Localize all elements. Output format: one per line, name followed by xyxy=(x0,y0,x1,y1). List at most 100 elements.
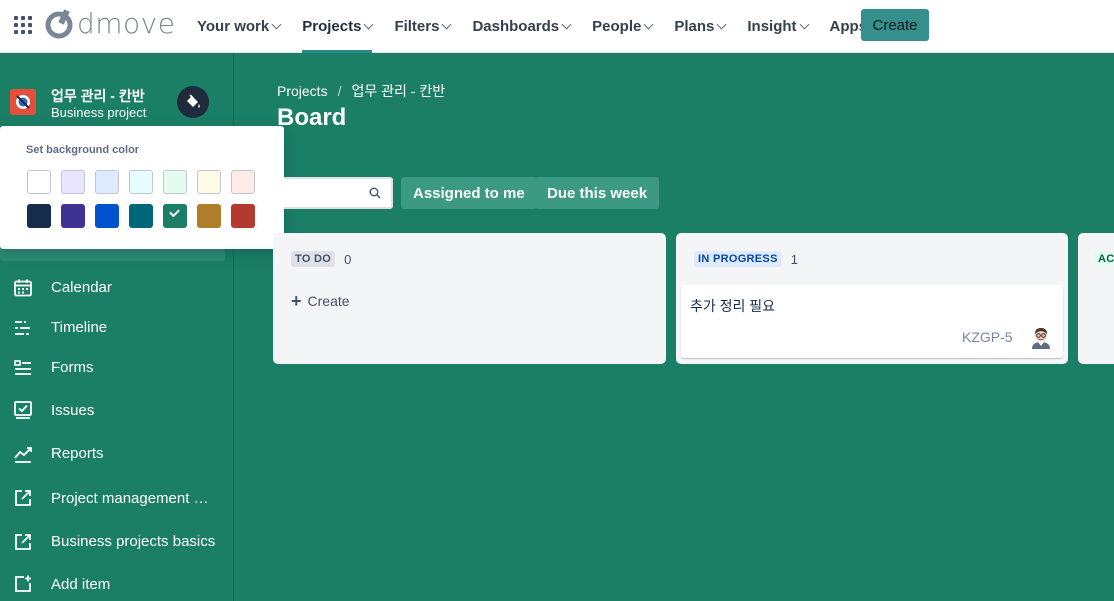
nav-dashboards[interactable]: Dashboards xyxy=(461,0,581,53)
sidebar-item-label: Business projects basics xyxy=(51,533,216,550)
logo-icon xyxy=(45,9,73,39)
background-color-popup: Set background color xyxy=(0,126,284,249)
breadcrumb: Projects / 업무 관리 - 칸반 xyxy=(277,81,445,101)
sidebar-item-label: Reports xyxy=(51,445,104,462)
project-avatar xyxy=(10,89,36,115)
check-icon xyxy=(169,206,180,218)
sidebar-item-reports[interactable]: Reports xyxy=(0,431,234,476)
board-column-todo: TO DO 0 + Create xyxy=(273,233,666,364)
chevron-down-icon xyxy=(363,19,374,30)
create-button[interactable]: Create xyxy=(861,9,929,41)
column-header: AC xyxy=(1094,251,1114,267)
sidebar-item-label: Add item xyxy=(51,575,111,593)
column-create-button[interactable]: + Create xyxy=(291,291,350,311)
sidebar-item-label: Project management wi... xyxy=(51,489,216,507)
forms-icon xyxy=(13,358,33,378)
timeline-icon xyxy=(13,318,33,338)
sidebar-item-issues[interactable]: Issues xyxy=(0,389,234,431)
color-swatch[interactable] xyxy=(27,170,51,194)
sidebar-item-timeline[interactable]: Timeline xyxy=(0,309,234,346)
color-swatch[interactable] xyxy=(163,170,187,194)
primary-nav: Your work Projects Filters Dashboards Pe… xyxy=(186,0,889,53)
board-column-partial: AC xyxy=(1078,233,1114,364)
sidebar-item-label: Calendar xyxy=(51,279,112,296)
search-icon xyxy=(369,187,381,199)
nav-filters[interactable]: Filters xyxy=(383,0,461,53)
sidebar-item-label: Forms xyxy=(51,359,94,376)
color-swatch[interactable] xyxy=(61,170,85,194)
breadcrumb-project[interactable]: 업무 관리 - 칸반 xyxy=(351,81,445,101)
sidebar-item-project-management-wiki[interactable]: Project management wi... xyxy=(0,476,234,520)
app-switcher-icon[interactable] xyxy=(14,16,32,34)
color-swatch[interactable] xyxy=(231,204,255,228)
nav-your-work[interactable]: Your work xyxy=(186,0,291,53)
nav-label: Projects xyxy=(302,18,362,35)
issue-key[interactable]: KZGP-5 xyxy=(962,329,1013,345)
assignee-avatar[interactable] xyxy=(1030,325,1052,349)
nav-label: Your work xyxy=(197,18,270,35)
color-swatch[interactable] xyxy=(95,170,119,194)
add-item-icon xyxy=(13,574,33,594)
sidebar-item-label: Issues xyxy=(51,401,95,419)
color-swatch[interactable] xyxy=(27,204,51,228)
color-swatch[interactable] xyxy=(197,204,221,228)
nav-label: Insight xyxy=(747,18,797,35)
column-name-lozenge: IN PROGRESS xyxy=(694,251,782,267)
column-count: 1 xyxy=(790,251,798,267)
project-type: Business project xyxy=(51,105,147,120)
nav-label: Dashboards xyxy=(472,18,560,35)
background-color-button[interactable] xyxy=(177,86,209,118)
nav-people[interactable]: People xyxy=(581,0,663,53)
column-name-lozenge: AC xyxy=(1094,251,1114,267)
nav-label: People xyxy=(592,18,642,35)
chevron-down-icon xyxy=(442,19,452,30)
column-count: 0 xyxy=(344,251,352,267)
nav-plans[interactable]: Plans xyxy=(663,0,736,53)
plus-icon: + xyxy=(291,291,302,311)
chevron-down-icon xyxy=(271,19,282,30)
issue-card-title: 추가 정리 필요 xyxy=(690,298,776,314)
calendar-icon xyxy=(13,278,33,298)
external-link-icon xyxy=(13,488,33,508)
sidebar-item-add-item[interactable]: Add item xyxy=(0,563,234,601)
search-input[interactable] xyxy=(284,177,393,209)
color-swatch[interactable] xyxy=(163,204,187,228)
breadcrumb-projects[interactable]: Projects xyxy=(277,83,328,99)
filter-assigned-to-me-button[interactable]: Assigned to me xyxy=(401,177,537,209)
color-swatch[interactable] xyxy=(129,170,153,194)
logo[interactable]: dmove xyxy=(44,9,175,39)
filter-due-this-week-button[interactable]: Due this week xyxy=(535,177,660,209)
nav-label: Plans xyxy=(674,18,715,35)
column-header: IN PROGRESS 1 xyxy=(694,251,798,267)
color-swatch[interactable] xyxy=(61,204,85,228)
chevron-down-icon xyxy=(561,19,572,30)
nav-insight[interactable]: Insight xyxy=(736,0,818,53)
paint-bucket-icon xyxy=(187,94,200,108)
color-swatch[interactable] xyxy=(231,170,255,194)
chevron-down-icon xyxy=(643,19,654,30)
board-column-in-progress: IN PROGRESS 1 추가 정리 필요 KZGP-5 xyxy=(676,233,1068,364)
chevron-down-icon xyxy=(716,19,727,30)
chevron-down-icon xyxy=(799,19,809,30)
reports-icon xyxy=(13,444,33,464)
popup-title: Set background color xyxy=(26,144,140,156)
sidebar-item-calendar[interactable]: Calendar xyxy=(0,266,234,309)
nav-label: Filters xyxy=(394,18,440,35)
sidebar-item-business-projects-basics[interactable]: Business projects basics xyxy=(0,520,234,563)
nav-projects[interactable]: Projects xyxy=(291,0,383,53)
color-swatch[interactable] xyxy=(95,204,119,228)
sidebar-nav: Calendar Timeline Forms Issues Reports P… xyxy=(0,266,234,601)
external-link-icon xyxy=(13,532,33,552)
brand-name: dmove xyxy=(77,7,176,40)
top-navigation: dmove Your work Projects Filters Dashboa… xyxy=(0,0,1114,53)
color-swatch[interactable] xyxy=(197,170,221,194)
column-name-lozenge: TO DO xyxy=(291,251,336,267)
issues-icon xyxy=(13,400,33,420)
breadcrumb-separator: / xyxy=(337,83,342,99)
project-avatar-icon xyxy=(10,89,36,115)
create-label: Create xyxy=(307,293,350,309)
color-swatch[interactable] xyxy=(129,204,153,228)
sidebar-item-forms[interactable]: Forms xyxy=(0,346,234,389)
issue-card[interactable]: 추가 정리 필요 KZGP-5 xyxy=(681,285,1063,358)
column-header: TO DO 0 xyxy=(291,251,351,267)
